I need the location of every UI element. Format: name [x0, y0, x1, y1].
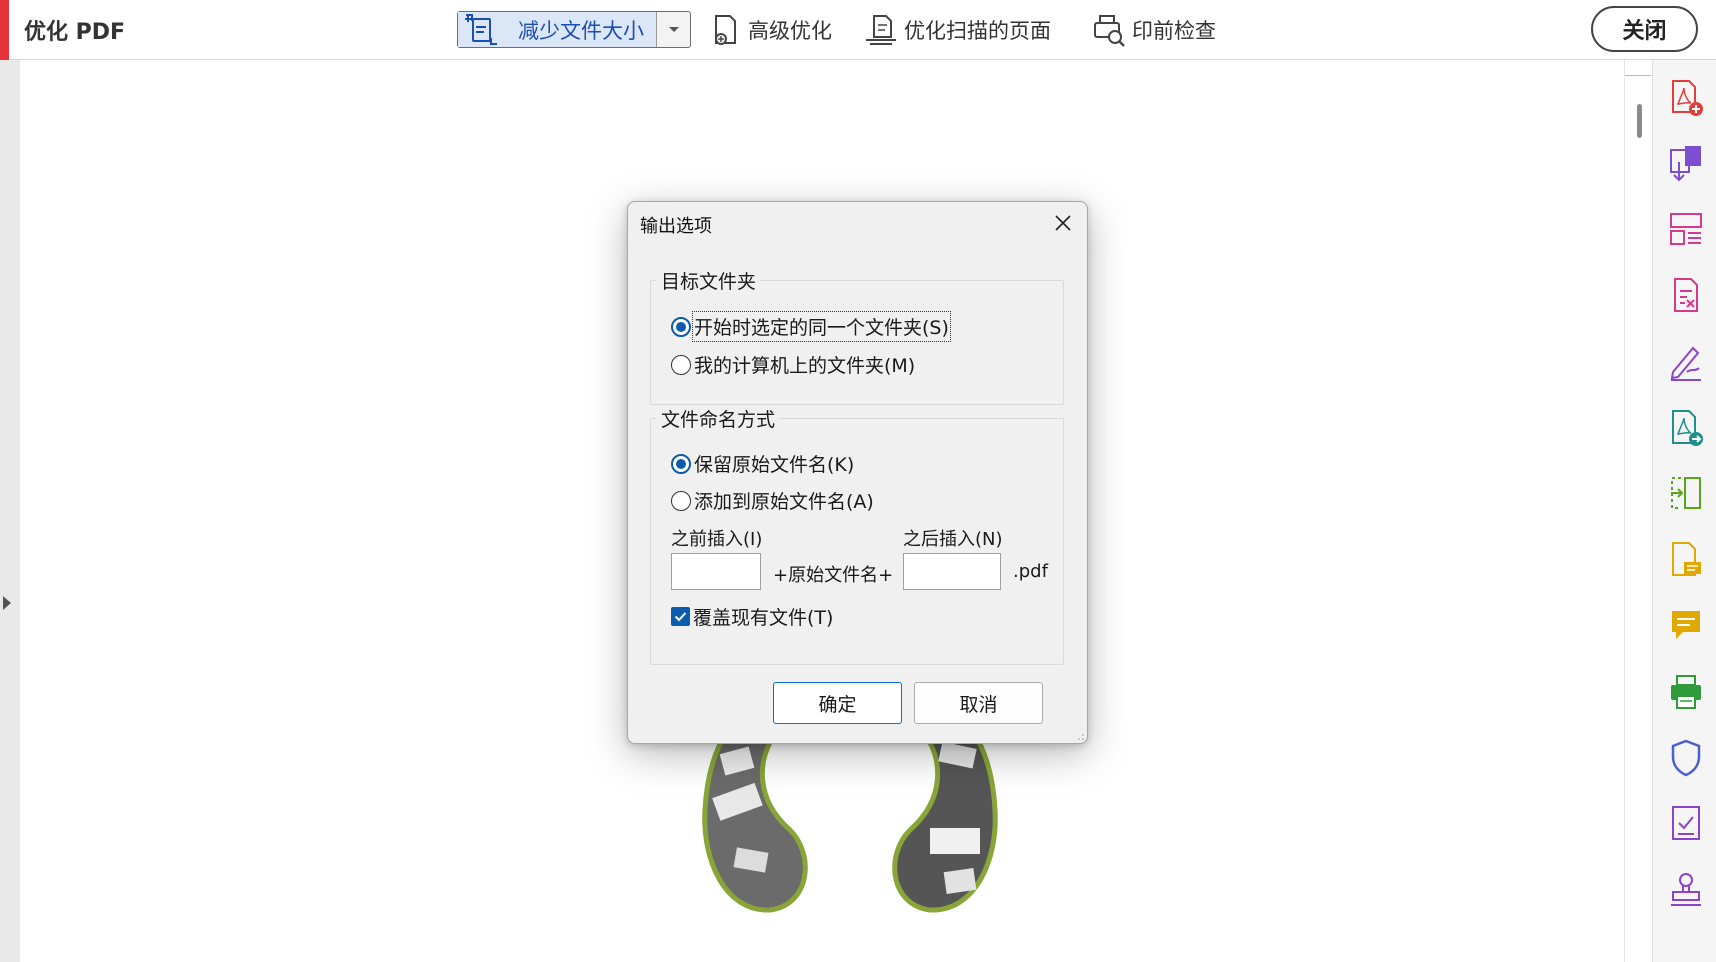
- reduce-size-icon: [465, 13, 497, 45]
- output-options-dialog: 输出选项 目标文件夹 开始时选定的同一个文件夹(S) 我的计算机上的文件夹(M)…: [627, 201, 1088, 744]
- prepare-form-icon: [1672, 806, 1700, 840]
- radio-same-folder[interactable]: 开始时选定的同一个文件夹(S): [671, 311, 951, 342]
- export-pdf-icon: [1670, 146, 1701, 182]
- file-naming-legend: 文件命名方式: [657, 405, 780, 432]
- target-folder-legend: 目标文件夹: [657, 267, 761, 294]
- advanced-optimize-button[interactable]: 高级优化: [708, 11, 832, 49]
- print-production-icon: [1671, 675, 1701, 709]
- protect-icon: [1671, 739, 1701, 777]
- radio-keep-name[interactable]: 保留原始文件名(K): [671, 450, 854, 477]
- organize-pages-icon: [1670, 213, 1702, 245]
- chevron-down-icon: [668, 26, 679, 32]
- before-insert-label: 之前插入(I): [671, 529, 763, 550]
- ok-button[interactable]: 确定: [773, 682, 902, 724]
- radio-unselected-icon: [671, 490, 691, 511]
- stamp-icon: [1671, 873, 1701, 906]
- radio-add-to-name-label: 添加到原始文件名(A): [694, 491, 874, 513]
- optimize-scanned-button[interactable]: 优化扫描的页面: [864, 11, 1051, 49]
- overwrite-label: 覆盖现有文件(T): [693, 607, 834, 629]
- organize-pages-tool[interactable]: [1667, 210, 1705, 250]
- optimize-mode-dropdown[interactable]: 减少文件大小: [457, 11, 691, 48]
- preflight-button[interactable]: 印前检查: [1092, 11, 1216, 49]
- dropdown-label: 减少文件大小: [518, 18, 644, 43]
- scrollbar-cap: [1625, 68, 1651, 76]
- dropdown-arrow[interactable]: [657, 12, 690, 47]
- target-folder-group: 目标文件夹 开始时选定的同一个文件夹(S) 我的计算机上的文件夹(M): [650, 267, 1064, 405]
- send-for-review-icon: [1672, 410, 1703, 446]
- comment-file-tool[interactable]: [1667, 540, 1705, 580]
- expand-arrow-icon: [3, 596, 11, 610]
- cancel-button[interactable]: 取消: [914, 682, 1043, 724]
- export-pdf-tool[interactable]: [1667, 144, 1705, 184]
- dialog-title: 输出选项: [640, 216, 712, 237]
- radio-same-folder-label: 开始时选定的同一个文件夹(S): [692, 311, 951, 342]
- compare-files-icon: [1671, 477, 1701, 509]
- reduce-size-button[interactable]: 减少文件大小: [458, 12, 657, 47]
- top-toolbar: 优化 PDF 减少文件大小 高级优化 优化扫描的页面 印前检查 关闭: [0, 0, 1716, 60]
- resize-grip-icon[interactable]: [1077, 733, 1085, 741]
- create-pdf-icon: [1672, 80, 1703, 116]
- create-pdf-tool[interactable]: [1667, 78, 1705, 118]
- optimize-scanned-label: 优化扫描的页面: [904, 19, 1051, 43]
- advanced-optimize-icon: [715, 15, 736, 45]
- comment-tool[interactable]: [1667, 606, 1705, 646]
- print-production-tool[interactable]: [1667, 672, 1705, 712]
- edit-pdf-icon: [1674, 278, 1698, 312]
- accent-bar: [0, 0, 9, 60]
- radio-unselected-icon: [671, 354, 691, 375]
- before-insert-input[interactable]: [671, 553, 761, 590]
- stamp-tool[interactable]: [1667, 870, 1705, 910]
- vertical-scrollbar[interactable]: [1624, 60, 1652, 962]
- right-tools-panel: [1652, 60, 1716, 962]
- pdf-extension-text: .pdf: [1013, 561, 1048, 582]
- tool-title: 优化 PDF: [24, 20, 126, 45]
- checkmark-icon: [671, 607, 690, 626]
- left-panel-toggle[interactable]: [0, 60, 20, 962]
- preflight-icon: [1094, 15, 1125, 47]
- compare-files-tool[interactable]: [1667, 474, 1705, 514]
- protect-tool[interactable]: [1667, 738, 1705, 778]
- advanced-optimize-label: 高级优化: [748, 19, 832, 43]
- radio-add-to-name[interactable]: 添加到原始文件名(A): [671, 487, 874, 514]
- prepare-form-tool[interactable]: [1667, 804, 1705, 844]
- close-icon[interactable]: [1050, 210, 1076, 236]
- fill-sign-icon: [1670, 346, 1701, 381]
- comment-icon: [1672, 611, 1700, 639]
- radio-keep-name-label: 保留原始文件名(K): [694, 454, 855, 476]
- after-insert-label: 之后插入(N): [903, 529, 1003, 550]
- overwrite-checkbox[interactable]: 覆盖现有文件(T): [671, 603, 833, 630]
- fill-sign-tool[interactable]: [1667, 342, 1705, 382]
- scrollbar-thumb[interactable]: [1637, 104, 1642, 138]
- radio-my-computer[interactable]: 我的计算机上的文件夹(M): [671, 351, 915, 378]
- radio-selected-icon: [671, 316, 691, 337]
- radio-selected-icon: [671, 453, 691, 474]
- edit-pdf-tool[interactable]: [1667, 276, 1705, 316]
- comment-file-icon: [1672, 542, 1701, 576]
- page-artwork: [702, 730, 998, 913]
- radio-my-computer-label: 我的计算机上的文件夹(M): [694, 355, 916, 377]
- preflight-label: 印前检查: [1132, 19, 1216, 43]
- file-naming-group: 文件命名方式 保留原始文件名(K) 添加到原始文件名(A) 之前插入(I) 之后…: [650, 405, 1064, 665]
- close-button[interactable]: 关闭: [1591, 6, 1698, 52]
- after-insert-input[interactable]: [903, 553, 1001, 590]
- send-for-review-tool[interactable]: [1667, 408, 1705, 448]
- original-name-text: +原始文件名+: [773, 565, 894, 586]
- scan-icon: [866, 15, 896, 45]
